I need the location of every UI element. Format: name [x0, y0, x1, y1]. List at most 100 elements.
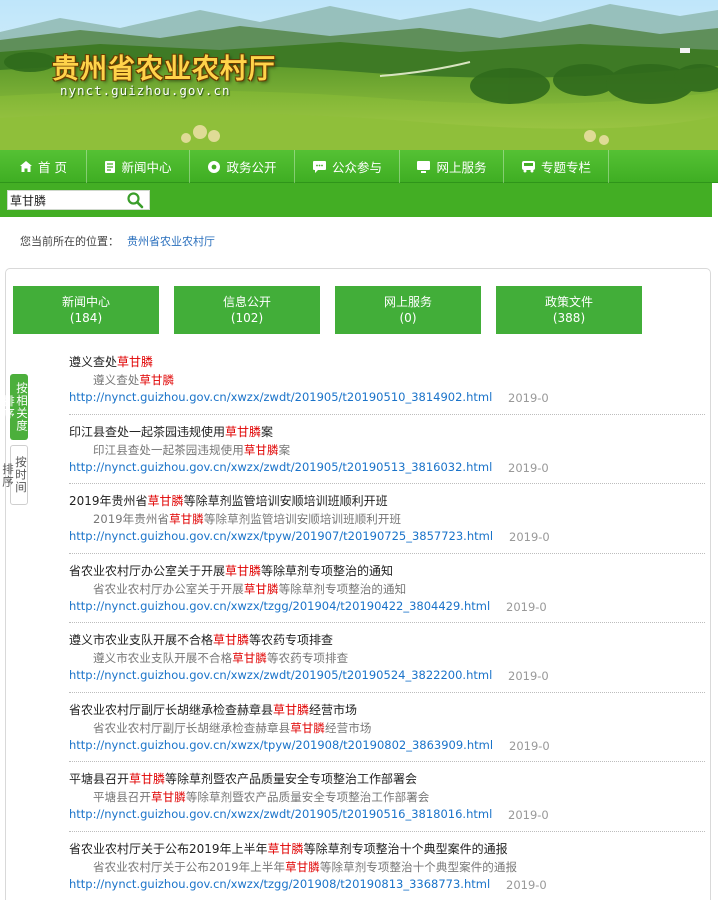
tab-label: 新闻中心: [61, 295, 110, 309]
search-bar: [0, 183, 712, 217]
result-title[interactable]: 平塘县召开草甘膦等除草剂暨农产品质量安全专项整治工作部署会: [69, 770, 417, 787]
tab-count: (0): [399, 311, 417, 325]
search-results-panel: 新闻中心 (184) 信息公开 (102) 网上服务 (0) 政策文件 (388…: [1, 268, 712, 900]
sort-by-time[interactable]: 按时间排序: [1, 445, 28, 505]
tab-count: (184): [69, 311, 103, 325]
breadcrumb-link-home[interactable]: 贵州省农业农村厅: [127, 235, 215, 248]
home-icon: [20, 161, 32, 172]
tab-info-disclosure[interactable]: 信息公开 (102): [174, 286, 320, 334]
site-title: 贵州省农业农村厅: [52, 54, 276, 85]
result-url[interactable]: http://nynct.guizhou.gov.cn/xwzx/tpyw/20…: [69, 738, 493, 752]
result-title[interactable]: 省农业农村厅副厅长胡继承检查赫章县草甘膦经营市场: [69, 701, 357, 718]
result-date: 2019-0: [508, 460, 549, 475]
keyword-highlight: 草甘膦: [243, 442, 279, 457]
breadcrumb-label: 您当前所在的位置：: [20, 235, 119, 248]
chat-icon: [312, 160, 326, 173]
result-item: 遵义查处草甘膦 遵义查处草甘膦 http://nynct.guizhou.gov.c…: [69, 345, 705, 415]
search-icon: [127, 192, 144, 209]
settings-icon: [208, 160, 221, 173]
result-snippet: 省农业农村厅副厅长胡继承检查赫章县草甘膦经营市场: [93, 720, 372, 735]
result-item: 印江县查处一起茶园违规使用草甘膦案 印江县查处一起茶园违规使用草甘膦案 http:/…: [69, 415, 705, 484]
result-snippet: 遵义市农业支队开展不合格草甘膦等农药专项排查: [93, 651, 349, 665]
tab-label: 信息公开: [222, 295, 271, 309]
result-title[interactable]: 印江县查处一起茶园违规使用草甘膦案: [69, 423, 273, 440]
category-tabs: 新闻中心 (184) 信息公开 (102) 网上服务 (0) 政策文件 (388…: [13, 286, 642, 334]
result-date: 2019-0: [509, 530, 550, 544]
result-title[interactable]: 省农业农村厅办公室关于开展草甘膦等除草剂专项整治的通知: [69, 562, 393, 579]
search-button[interactable]: [123, 191, 147, 209]
tab-online-service[interactable]: 网上服务 (0): [335, 286, 481, 334]
tab-news-center[interactable]: 新闻中心 (184): [13, 286, 159, 334]
sort-by-relevance[interactable]: 按相关度排序: [2, 374, 29, 440]
result-item: 省农业农村厅办公室关于开展草甘膦等除草剂专项整治的通知省农业农村厅办公室关于开展…: [69, 554, 705, 623]
document-icon: [105, 160, 116, 173]
result-date: 2019-0: [506, 599, 547, 614]
result-item: 省农业农村厅副厅长胡继承检查赫章县草甘膦经营市场省农业农村厅副厅长胡继承检查赫章…: [69, 693, 705, 762]
result-date: 2019-0: [508, 669, 549, 683]
nav-item-label: 网上服务: [436, 160, 487, 175]
result-item: 2019年贵州省草甘膦等除草剂监管培训安顺培训班顺利开班 2019年贵州省草甘膦等…: [69, 484, 705, 554]
result-url[interactable]: http://nynct.guizhou.gov.cn/xwzx/tzgg/20…: [69, 599, 490, 613]
keyword-highlight: 草甘膦: [243, 581, 279, 596]
site-banner: 贵州省农业农村厅 nynct.guizhou.gov.cn: [0, 0, 718, 150]
monitor-icon: [417, 160, 431, 173]
keyword-highlight: 草甘膦: [273, 702, 310, 717]
keyword-highlight: 草甘膦: [232, 651, 268, 665]
tab-count: (102): [230, 311, 264, 325]
result-title[interactable]: 遵义查处草甘膦: [69, 353, 153, 370]
result-url[interactable]: http://nynct.guizhou.gov.cn/xwzx/zwdt/20…: [69, 390, 492, 404]
nav-item-news[interactable]: 新闻中心: [87, 150, 190, 183]
nav-item-label: 政务公开: [226, 160, 277, 175]
keyword-highlight: 草甘膦: [139, 373, 175, 387]
main-nav: 首 页 新闻中心 政务公开 公众参与 网上服务 专题专栏: [0, 150, 718, 183]
tab-policy-documents[interactable]: 政策文件 (388): [496, 286, 642, 334]
result-title[interactable]: 省农业农村厅关于公布2019年上半年草甘膦等除草剂专项整治十个典型案件的通报: [69, 840, 508, 857]
result-date: 2019-0: [508, 808, 549, 822]
breadcrumb: 您当前所在的位置： 贵州省农业农村厅: [20, 233, 215, 249]
result-url[interactable]: http://nynct.guizhou.gov.cn/xwzx/zwdt/20…: [69, 807, 492, 821]
result-url[interactable]: http://nynct.guizhou.gov.cn/xwzx/zwdt/20…: [69, 460, 492, 474]
nav-item-public-participation[interactable]: 公众参与: [295, 150, 400, 183]
keyword-highlight: 草甘膦: [285, 859, 320, 874]
nav-item-home[interactable]: 首 页: [0, 150, 87, 183]
result-title[interactable]: 遵义市农业支队开展不合格草甘膦等农药专项排查: [69, 631, 333, 648]
keyword-highlight: 草甘膦: [129, 772, 166, 786]
nav-item-gov-affairs[interactable]: 政务公开: [190, 150, 295, 183]
keyword-highlight: 草甘膦: [151, 790, 186, 804]
nav-item-label: 公众参与: [331, 160, 382, 175]
tab-label: 政策文件: [544, 295, 593, 309]
result-item: 平塘县召开草甘膦等除草剂暨农产品质量安全专项整治工作部署会平塘县召开草甘膦等除草…: [69, 762, 705, 832]
bus-icon: [521, 161, 535, 173]
search-input[interactable]: [10, 192, 118, 209]
result-date: 2019-0: [509, 738, 550, 753]
tab-count: (388): [552, 311, 586, 325]
keyword-highlight: 草甘膦: [213, 633, 250, 647]
keyword-highlight: 草甘膦: [225, 424, 262, 439]
nav-item-online-service[interactable]: 网上服务: [400, 150, 504, 183]
keyword-highlight: 草甘膦: [290, 720, 326, 735]
nav-item-label: 首 页: [38, 160, 67, 175]
keyword-highlight: 草甘膦: [147, 494, 184, 508]
site-domain: nynct.guizhou.gov.cn: [60, 83, 231, 98]
results-list: 遵义查处草甘膦 遵义查处草甘膦 http://nynct.guizhou.gov.c…: [69, 345, 705, 900]
result-snippet: 遵义查处草甘膦: [93, 373, 175, 387]
results-viewport: 遵义查处草甘膦 遵义查处草甘膦 http://nynct.guizhou.gov.c…: [6, 269, 712, 900]
result-snippet: 印江县查处一起茶园违规使用草甘膦案: [93, 442, 291, 457]
keyword-highlight: 草甘膦: [117, 355, 154, 369]
search-box: [7, 190, 150, 210]
result-title[interactable]: 2019年贵州省草甘膦等除草剂监管培训安顺培训班顺利开班: [69, 492, 388, 509]
result-snippet: 平塘县召开草甘膦等除草剂暨农产品质量安全专项整治工作部署会: [93, 790, 430, 804]
result-url[interactable]: http://nynct.guizhou.gov.cn/xwzx/zwdt/20…: [69, 668, 492, 682]
nav-item-label: 专题专栏: [540, 160, 591, 175]
nav-item-special-topics[interactable]: 专题专栏: [504, 150, 609, 183]
result-snippet: 省农业农村厅办公室关于开展草甘膦等除草剂专项整治的通知: [93, 581, 407, 596]
tab-label: 网上服务: [383, 295, 432, 309]
result-url[interactable]: http://nynct.guizhou.gov.cn/xwzx/tpyw/20…: [69, 529, 493, 543]
result-date: 2019-0: [506, 877, 547, 892]
result-url[interactable]: http://nynct.guizhou.gov.cn/xwzx/tzgg/20…: [69, 877, 490, 891]
nav-item-label: 新闻中心: [121, 160, 172, 175]
result-snippet: 省农业农村厅关于公布2019年上半年草甘膦等除草剂专项整治十个典型案件的通报: [93, 859, 518, 874]
result-date: 2019-0: [508, 391, 549, 405]
sort-tabs: 按相关度排序 按时间排序: [1, 374, 30, 505]
result-item: 遵义市农业支队开展不合格草甘膦等农药专项排查遵义市农业支队开展不合格草甘膦等农药…: [69, 623, 705, 693]
